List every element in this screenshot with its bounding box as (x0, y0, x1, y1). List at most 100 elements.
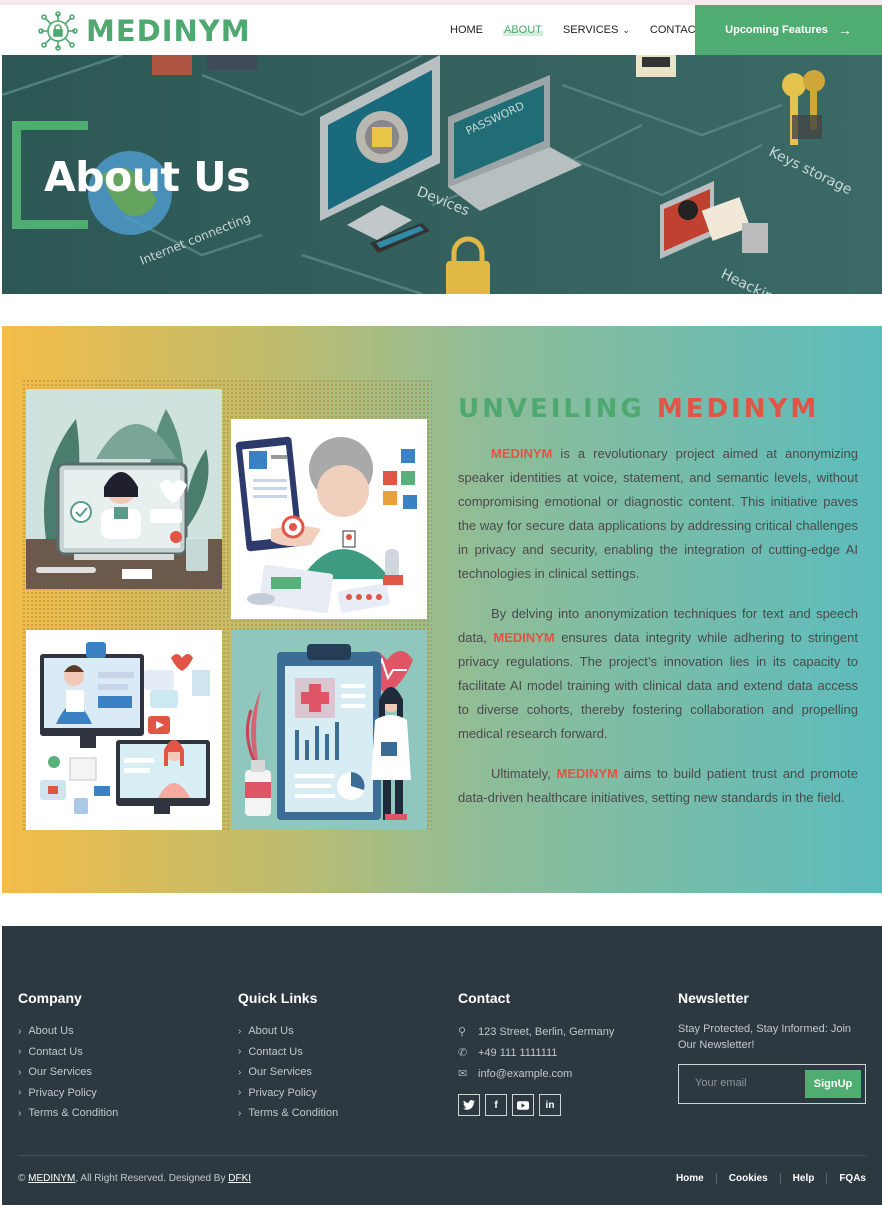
footer-link-label: Our Services (248, 1066, 312, 1079)
contact-email-text: info@example.com (478, 1067, 573, 1080)
footer-link-label: Privacy Policy (28, 1086, 97, 1099)
facebook-icon[interactable]: f (485, 1094, 507, 1116)
designer-link[interactable]: DFKI (228, 1173, 251, 1184)
hero-banner: Internet connecting Devices PASSWORD Key… (2, 55, 882, 294)
brand-name: MEDINYM (86, 14, 251, 48)
about-section: UNVEILING MEDINYM MEDINYM is a revolutio… (2, 326, 882, 893)
bottom-link-help[interactable]: Help (779, 1173, 827, 1184)
section-title-brand: MEDINYM (656, 394, 820, 424)
footer-link-label: Terms & Condition (248, 1107, 339, 1120)
about-paragraph-1: MEDINYM is a revolutionary project aimed… (458, 442, 858, 586)
page-title: About Us (44, 153, 251, 201)
navbar: MEDINYM HOME ABOUT SERVICES ⌄ CONTACT Up… (2, 5, 882, 55)
footer-divider (18, 1155, 866, 1156)
video-consultation-illustration (26, 630, 222, 830)
bottom-link-cookies[interactable]: Cookies (715, 1173, 780, 1184)
quick-link-contact[interactable]: › Contact Us (238, 1042, 338, 1063)
telemedicine-illustration (26, 389, 222, 589)
contact-address-text: 123 Street, Berlin, Germany (478, 1025, 615, 1038)
footer-company: Company › About Us › Contact Us › Our Servi… (18, 990, 118, 1124)
map-pin-icon: ⚲ (458, 1026, 467, 1038)
chevron-right-icon: › (18, 1046, 22, 1058)
chevron-right-icon: › (18, 1107, 22, 1119)
brand-highlight: MEDINYM (493, 630, 555, 645)
footer-link-terms[interactable]: › Terms & Condition (18, 1103, 118, 1124)
section-title: UNVEILING MEDINYM (458, 394, 819, 424)
envelope-icon: ✉ (458, 1068, 468, 1080)
bottom-link-faqs[interactable]: FQAs (826, 1173, 866, 1184)
footer-link-label: Contact Us (248, 1045, 303, 1058)
footer-link-privacy[interactable]: › Privacy Policy (18, 1083, 118, 1104)
quick-link-services[interactable]: › Our Services (238, 1062, 338, 1083)
nav-about[interactable]: ABOUT (503, 24, 543, 36)
newsletter-form: Your email SignUp (678, 1064, 866, 1104)
footer-quick-links: Quick Links › About Us › Contact Us › Our S… (238, 990, 338, 1124)
footer-contact: Contact ⚲ 123 Street, Berlin, Germany ✆ +4… (458, 990, 614, 1116)
footer-newsletter-heading: Newsletter (678, 990, 749, 1006)
footer-link-label: Our Services (28, 1066, 92, 1079)
chevron-right-icon: › (238, 1025, 242, 1037)
copyright-brand-link[interactable]: MEDINYM (28, 1173, 75, 1184)
quick-link-terms[interactable]: › Terms & Condition (238, 1103, 338, 1124)
paragraph-3-lead: Ultimately, (491, 766, 557, 781)
chevron-right-icon: › (238, 1066, 242, 1078)
footer-bottom-links: Home Cookies Help FQAs (664, 1173, 866, 1184)
footer-company-heading: Company (18, 990, 82, 1006)
nav-home[interactable]: HOME (450, 24, 483, 36)
upcoming-features-label: Upcoming Features (725, 24, 828, 36)
footer-quick-heading: Quick Links (238, 990, 318, 1006)
copyright-text: , All Right Reserved. Designed By (75, 1173, 226, 1184)
chevron-right-icon: › (238, 1087, 242, 1099)
chevron-right-icon: › (238, 1046, 242, 1058)
about-paragraph-2: By delving into anonymization techniques… (458, 602, 858, 746)
bottom-link-home[interactable]: Home (664, 1173, 716, 1184)
chevron-right-icon: › (18, 1066, 22, 1078)
footer-link-about[interactable]: › About Us (18, 1021, 118, 1042)
copyright: © MEDINYM, All Right Reserved. Designed … (18, 1173, 251, 1184)
footer-contact-heading: Contact (458, 990, 511, 1006)
signup-button[interactable]: SignUp (805, 1070, 861, 1098)
nav-services[interactable]: SERVICES ⌄ (563, 24, 630, 36)
contact-phone: ✆ +49 111 1111111 (458, 1042, 614, 1063)
footer-newsletter: Newsletter Stay Protected, Stay Informed… (678, 990, 868, 1104)
main-menu: HOME ABOUT SERVICES ⌄ CONTACT (450, 5, 722, 55)
about-paragraph-3: Ultimately, MEDINYM aims to build patien… (458, 762, 858, 810)
newsletter-email-input[interactable]: Your email (695, 1077, 747, 1089)
upcoming-features-button[interactable]: Upcoming Features → (695, 5, 882, 55)
copyright-symbol: © (18, 1173, 26, 1184)
footer-link-label: About Us (28, 1025, 74, 1038)
footer-link-contact[interactable]: › Contact Us (18, 1042, 118, 1063)
footer-link-label: About Us (248, 1025, 294, 1038)
social-links: f in (458, 1094, 614, 1116)
nav-services-label: SERVICES (562, 24, 619, 36)
chevron-right-icon: › (18, 1087, 22, 1099)
paragraph-2-text: ensures data integrity while adhering to… (458, 630, 858, 741)
section-title-prefix: UNVEILING (458, 394, 645, 424)
youtube-icon[interactable] (512, 1094, 534, 1116)
brand-highlight: MEDINYM (556, 766, 618, 781)
footer-link-label: Contact Us (28, 1045, 83, 1058)
phone-icon: ✆ (458, 1047, 468, 1059)
twitter-icon[interactable] (458, 1094, 480, 1116)
logo[interactable]: MEDINYM (38, 11, 251, 51)
footer-link-label: Privacy Policy (248, 1086, 317, 1099)
contact-address: ⚲ 123 Street, Berlin, Germany (458, 1021, 614, 1042)
newsletter-description: Stay Protected, Stay Informed: Join Our … (678, 1023, 852, 1051)
quick-link-privacy[interactable]: › Privacy Policy (238, 1083, 338, 1104)
quick-link-about[interactable]: › About Us (238, 1021, 338, 1042)
contact-phone-text: +49 111 1111111 (478, 1046, 558, 1059)
linkedin-icon[interactable]: in (539, 1094, 561, 1116)
elderly-patient-illustration (231, 419, 427, 619)
footer-link-services[interactable]: › Our Services (18, 1062, 118, 1083)
chevron-right-icon: › (18, 1025, 22, 1037)
brand-highlight: MEDINYM (491, 446, 553, 461)
logo-shield-icon (38, 11, 78, 51)
footer: Company › About Us › Contact Us › Our Servi… (2, 926, 882, 1205)
arrow-right-icon: → (837, 22, 852, 38)
chevron-down-icon: ⌄ (622, 24, 630, 35)
doctor-clipboard-illustration (231, 630, 427, 830)
chevron-right-icon: › (238, 1107, 242, 1119)
contact-email[interactable]: ✉ info@example.com (458, 1063, 614, 1084)
paragraph-1-text: is a revolutionary project aimed at anon… (458, 446, 858, 581)
footer-link-label: Terms & Condition (28, 1107, 119, 1120)
